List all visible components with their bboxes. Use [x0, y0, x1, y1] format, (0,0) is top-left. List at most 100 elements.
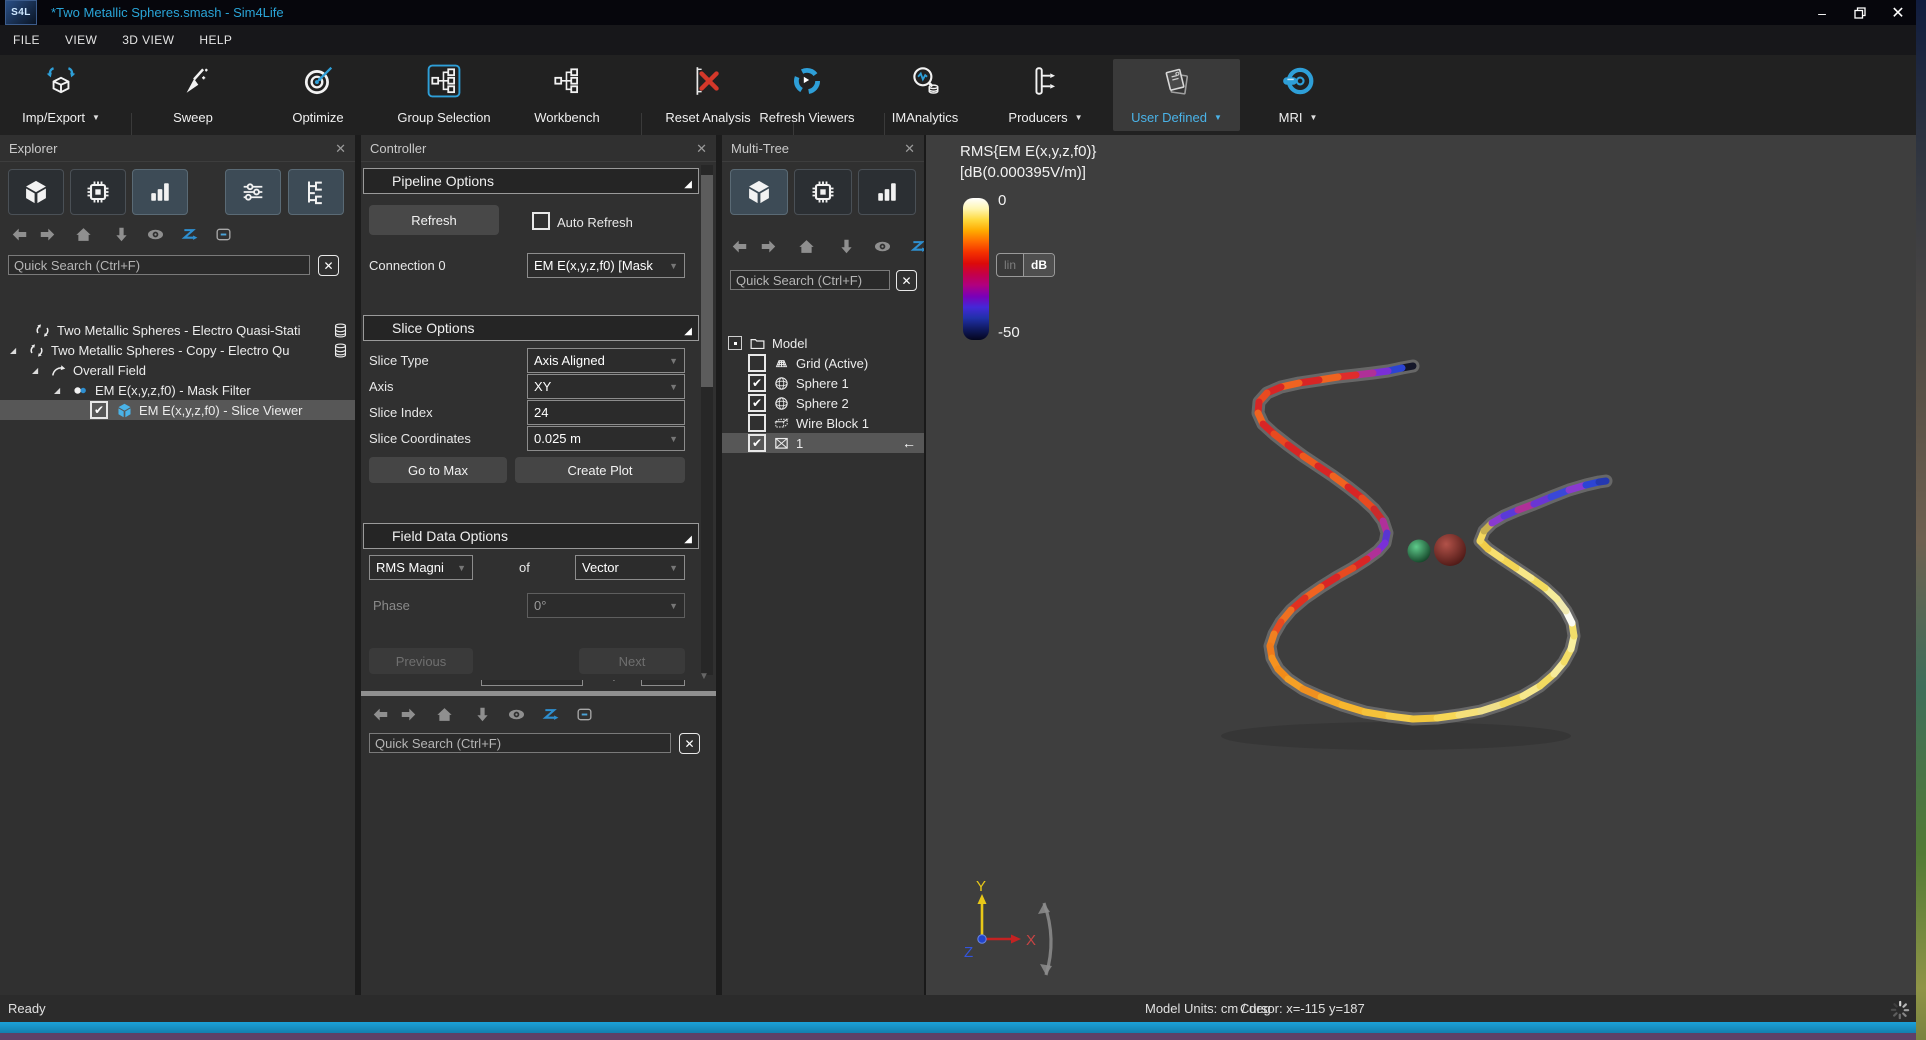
chevron-down-icon[interactable]: ▼	[1075, 113, 1083, 122]
tree-row-simulation-1[interactable]: Two Metallic Spheres - Electro Quasi-Sta…	[0, 320, 355, 340]
controller-scrollbar[interactable]	[701, 165, 713, 675]
z-move-icon[interactable]	[541, 705, 560, 724]
collapse-all-icon[interactable]	[575, 705, 594, 724]
wire-1-checkbox[interactable]: ✔	[748, 434, 766, 452]
controller-search-clear-button[interactable]: ✕	[679, 733, 700, 754]
toolbar-optimize[interactable]: Optimize	[263, 59, 373, 131]
3d-viewport[interactable]: Y X Z RMS{EM E(x,y,z,f0)} [dB(0.000395V/…	[926, 135, 1916, 995]
slice-viewer-checkbox[interactable]: ✔	[90, 401, 108, 419]
interval-input[interactable]	[481, 680, 583, 686]
explorer-tab-model[interactable]	[8, 169, 64, 215]
z-move-icon[interactable]	[180, 225, 199, 244]
chevron-down-icon[interactable]: ▼	[1214, 113, 1222, 122]
minimize-button[interactable]: –	[1806, 0, 1838, 25]
close-icon[interactable]: ✕	[696, 142, 707, 155]
tree-row-sphere-2[interactable]: ✔ Sphere 2	[722, 393, 926, 413]
toolbar-sweep[interactable]: Sweep	[138, 59, 248, 131]
forward-arrow-icon[interactable]	[38, 225, 57, 244]
toolbar-workbench[interactable]: Workbench	[511, 59, 623, 131]
toolbar-producers[interactable]: Producers▼	[983, 59, 1108, 131]
field-data-options-header[interactable]: Field Data Options ◢	[363, 523, 699, 549]
scrollbar-thumb[interactable]	[701, 175, 713, 387]
explorer-filter-button[interactable]	[225, 169, 281, 215]
tree-row-wire-1[interactable]: ✔ 1 ←	[722, 433, 926, 453]
multitree-tab-model[interactable]	[730, 169, 788, 215]
forward-arrow-icon[interactable]	[399, 705, 418, 724]
back-arrow-icon[interactable]	[371, 705, 390, 724]
slice-type-dropdown[interactable]: Axis Aligned ▼	[527, 348, 685, 373]
tree-row-model[interactable]: Model	[722, 333, 926, 353]
multitree-search-clear-button[interactable]: ✕	[896, 270, 917, 291]
tree-row-sphere-1[interactable]: ✔ Sphere 1	[722, 373, 926, 393]
explorer-search-clear-button[interactable]: ✕	[318, 255, 339, 276]
down-arrow-icon[interactable]	[473, 705, 492, 724]
z-move-icon[interactable]	[909, 237, 926, 256]
wire-block-checkbox[interactable]	[748, 414, 766, 432]
tree-row-grid[interactable]: Grid (Active)	[722, 353, 926, 373]
chevron-down-icon[interactable]: ▼	[92, 113, 100, 122]
multitree-search-input[interactable]	[730, 270, 890, 290]
tree-row-slice-viewer[interactable]: ✔ EM E(x,y,z,f0) - Slice Viewer	[0, 400, 355, 420]
db-scale-button[interactable]: dB	[1023, 254, 1054, 276]
collapse-all-icon[interactable]	[214, 225, 233, 244]
vector-dropdown[interactable]: Vector ▼	[575, 555, 685, 580]
axis-dropdown[interactable]: XY ▼	[527, 374, 685, 399]
sphere-2-checkbox[interactable]: ✔	[748, 394, 766, 412]
back-arrow-icon[interactable]	[10, 225, 29, 244]
expander-icon[interactable]: ◢	[32, 366, 42, 375]
toolbar-imp-export[interactable]: Imp/Export▼	[8, 59, 114, 131]
controller-horizontal-splitter[interactable]	[361, 691, 716, 696]
chevron-down-icon[interactable]: ▼	[1309, 113, 1317, 122]
explorer-search-input[interactable]	[8, 255, 310, 275]
go-to-max-button[interactable]: Go to Max	[369, 457, 507, 483]
title-bar[interactable]: S4L *Two Metallic Spheres.smash - Sim4Li…	[0, 0, 1926, 25]
slice-coordinates-dropdown[interactable]: 0.025 m ▼	[527, 426, 685, 451]
tree-row-mask-filter[interactable]: ◢ EM E(x,y,z,f0) - Mask Filter	[0, 380, 355, 400]
explorer-tree-view-button[interactable]	[288, 169, 344, 215]
expander-icon[interactable]: ◢	[54, 386, 64, 395]
slice-options-header[interactable]: Slice Options ◢	[363, 315, 699, 341]
sphere-1-checkbox[interactable]: ✔	[748, 374, 766, 392]
tree-row-simulation-2[interactable]: ◢ Two Metallic Spheres - Copy - Electro …	[0, 340, 355, 360]
tree-row-wire-block[interactable]: Wire Block 1	[722, 413, 926, 433]
menu-help[interactable]: HELP	[199, 33, 232, 47]
controller-search-input[interactable]	[369, 733, 671, 753]
connection-dropdown[interactable]: EM E(x,y,z,f0) [Mask ▼	[527, 253, 685, 278]
menu-file[interactable]: FILE	[13, 33, 40, 47]
home-icon[interactable]	[435, 705, 454, 724]
menu-3d-view[interactable]: 3D VIEW	[122, 33, 174, 47]
grid-checkbox[interactable]	[748, 354, 766, 372]
toolbar-user-defined[interactable]: User Defined▼	[1113, 59, 1240, 131]
multitree-tab-analysis[interactable]	[858, 169, 916, 215]
linear-scale-button[interactable]: lin	[997, 254, 1023, 276]
toolbar-mri[interactable]: MRI▼	[1248, 59, 1348, 131]
toolbar-group-selection[interactable]: Group Selection	[379, 59, 509, 131]
eye-icon[interactable]	[507, 705, 526, 724]
database-icon[interactable]	[332, 342, 349, 359]
explorer-tab-analysis[interactable]	[132, 169, 188, 215]
down-arrow-icon[interactable]	[837, 237, 856, 256]
explorer-tab-simulation[interactable]	[70, 169, 126, 215]
close-icon[interactable]: ✕	[904, 142, 915, 155]
tree-row-overall-field[interactable]: ◢ Overall Field	[0, 360, 355, 380]
home-icon[interactable]	[74, 225, 93, 244]
back-arrow-icon[interactable]	[730, 237, 749, 256]
scroll-down-arrow-icon[interactable]: ▼	[699, 671, 709, 682]
close-icon[interactable]: ✕	[335, 142, 346, 155]
expander-icon[interactable]: ◢	[10, 346, 20, 355]
previous-button[interactable]: Previous	[369, 648, 473, 674]
multitree-tab-simulation[interactable]	[794, 169, 852, 215]
close-button[interactable]: ✕	[1882, 0, 1914, 25]
step-input[interactable]	[641, 680, 685, 686]
toolbar-refresh-viewers[interactable]: Refresh Viewers	[742, 59, 872, 131]
down-arrow-icon[interactable]	[112, 225, 131, 244]
auto-refresh-checkbox[interactable]	[532, 212, 550, 230]
slice-index-input[interactable]	[527, 400, 685, 425]
home-icon[interactable]	[797, 237, 816, 256]
eye-icon[interactable]	[873, 237, 892, 256]
viewport-3d-scene[interactable]: Y X Z	[926, 135, 1916, 995]
pipeline-options-header[interactable]: Pipeline Options ◢	[363, 168, 699, 194]
refresh-button[interactable]: Refresh	[369, 205, 499, 235]
create-plot-button[interactable]: Create Plot	[515, 457, 685, 483]
rms-dropdown[interactable]: RMS Magni ▼	[369, 555, 473, 580]
